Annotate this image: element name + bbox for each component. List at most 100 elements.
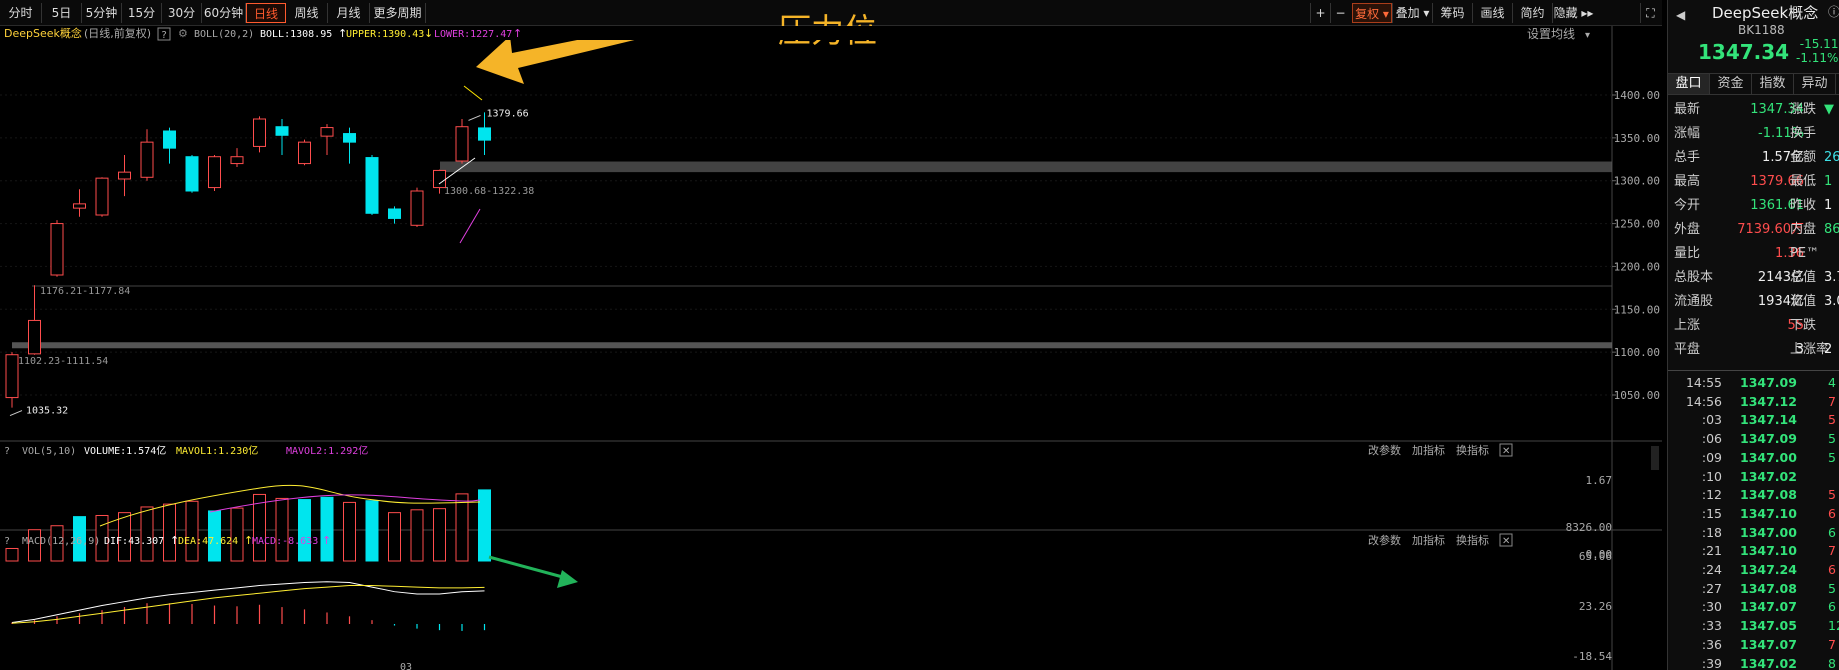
candle[interactable] bbox=[230, 156, 244, 165]
vol-pane-button-0[interactable]: 改参数 bbox=[1368, 443, 1401, 457]
quote-tab-0[interactable]: 盘口 bbox=[1668, 74, 1710, 94]
macd-name: MACD(12,26,9) bbox=[22, 536, 100, 547]
candle[interactable] bbox=[298, 141, 311, 165]
price-axis-label: 1350.00 bbox=[1614, 132, 1660, 145]
quote-tab-3[interactable]: 异动 bbox=[1794, 74, 1836, 94]
quote-tab-1[interactable]: 资金 bbox=[1710, 74, 1752, 94]
candle[interactable] bbox=[433, 169, 446, 189]
kline-chart[interactable]: 1400.00 1350.00 1300.00 1250.00 1200.00 1150.… bbox=[0, 26, 1662, 670]
panel-toggle-handle[interactable] bbox=[1651, 446, 1659, 470]
tick-time: :12 bbox=[1701, 487, 1722, 503]
candle[interactable] bbox=[208, 156, 221, 189]
candle[interactable] bbox=[410, 190, 424, 226]
tick-volume: 7 bbox=[1828, 636, 1836, 652]
tick-row: 14:55 1347.09 4 bbox=[1668, 373, 1839, 392]
candle[interactable] bbox=[118, 171, 131, 180]
tick-price: 1347.08 bbox=[1740, 580, 1797, 596]
period-button-2[interactable]: 5分钟 bbox=[82, 3, 122, 23]
toolbar-button-7[interactable]: 隐藏 ▸▸ bbox=[1552, 3, 1594, 23]
toolbar-button-5[interactable]: 画线 bbox=[1472, 3, 1512, 23]
candle[interactable] bbox=[455, 126, 469, 162]
candle[interactable] bbox=[275, 126, 289, 136]
index-name: DeepSeek概念 bbox=[4, 26, 82, 40]
tick-price: 1347.00 bbox=[1740, 449, 1797, 465]
candle[interactable] bbox=[343, 133, 356, 143]
toolbar-button-label: 隐藏 ▸▸ bbox=[1553, 6, 1594, 20]
quote-label-2: 流值 bbox=[1790, 294, 1817, 309]
period-button-1[interactable]: 5日 bbox=[42, 3, 82, 23]
volume-bar bbox=[455, 493, 469, 562]
candle[interactable] bbox=[73, 203, 86, 209]
macd-pane-button-1[interactable]: 加指标 bbox=[1412, 533, 1445, 547]
toolbar-button-3[interactable]: 叠加 ▾ bbox=[1392, 3, 1432, 23]
zone-label-2: 1176.21-1177.84 bbox=[40, 286, 130, 297]
quote-row: 最高 1379.66 最低 1 bbox=[1674, 170, 1839, 194]
macd-pane-button-2[interactable]: 换指标 bbox=[1456, 533, 1489, 547]
tick-time: :06 bbox=[1701, 431, 1722, 447]
quote-label: 今开 bbox=[1674, 198, 1701, 213]
period-button-7[interactable]: 周线 bbox=[286, 3, 328, 23]
quote-label-2: 总值 bbox=[1790, 270, 1817, 285]
tick-row: :39 1347.02 8 bbox=[1668, 654, 1839, 670]
up-arrow-icon: ↑ bbox=[322, 534, 331, 547]
period-button-0[interactable]: 分时 bbox=[0, 3, 42, 23]
period-button-3[interactable]: 15分钟 bbox=[122, 3, 162, 40]
price-axis-label: 1300.00 bbox=[1614, 175, 1660, 188]
quote-label-2: 昨收 bbox=[1790, 198, 1817, 213]
quote-row: 量比 1.36 PE™ bbox=[1674, 242, 1839, 266]
toolbar-button-0[interactable]: + bbox=[1310, 3, 1330, 23]
candle[interactable] bbox=[388, 208, 401, 219]
quote-label: 涨幅 bbox=[1674, 126, 1701, 141]
help-icon: ? bbox=[4, 536, 10, 547]
candle[interactable] bbox=[253, 118, 266, 147]
candle[interactable] bbox=[140, 141, 154, 178]
chevron-down-icon: ▾ bbox=[1585, 30, 1590, 41]
period-button-9[interactable]: 更多周期 ▾● bbox=[370, 3, 426, 40]
back-arrow-icon[interactable]: ◀ bbox=[1676, 8, 1685, 22]
toolbar-button-2[interactable]: 复权 ▾ bbox=[1352, 3, 1392, 23]
period-button-5[interactable]: 60分钟 bbox=[202, 3, 246, 23]
candle[interactable] bbox=[478, 127, 491, 141]
tick-price: 1347.05 bbox=[1740, 618, 1797, 634]
quote-row: 总手1.57亿金额2680 bbox=[1674, 146, 1839, 170]
candle[interactable] bbox=[320, 127, 334, 137]
volume-bar bbox=[365, 500, 379, 562]
tick-row: :09 1347.00 5 bbox=[1668, 448, 1839, 467]
candle[interactable] bbox=[163, 130, 176, 149]
info-icon[interactable]: ⓘ bbox=[1828, 3, 1839, 20]
candle[interactable] bbox=[28, 319, 41, 355]
quote-row: 上涨 55 下跌 bbox=[1674, 314, 1839, 338]
period-button-8[interactable]: 月线 bbox=[328, 3, 370, 23]
candle[interactable] bbox=[185, 156, 199, 192]
toolbar-button-4[interactable]: 筹码 bbox=[1432, 3, 1472, 23]
quote-row: 最新 1347.34 涨跌 ▼ bbox=[1674, 98, 1839, 122]
tick-row: :36 1347.07 7 bbox=[1668, 635, 1839, 654]
quote-value-2: ▼ bbox=[1824, 102, 1834, 117]
volume-bar bbox=[163, 503, 176, 562]
candle[interactable] bbox=[50, 223, 64, 276]
quote-value-2: 1 bbox=[1824, 198, 1833, 213]
tick-row: :18 1347.00 6 bbox=[1668, 523, 1839, 542]
tick-volume: 5 bbox=[1828, 412, 1836, 428]
tick-volume: 7 bbox=[1828, 543, 1836, 559]
fullscreen-icon[interactable]: ⛶ bbox=[1640, 3, 1660, 23]
vol-pane-button-2[interactable]: 换指标 bbox=[1456, 443, 1489, 457]
macd-dea: DEA:47.624 bbox=[178, 536, 238, 547]
vol-pane-button-1[interactable]: 加指标 bbox=[1412, 443, 1445, 457]
period-button-4[interactable]: 30分钟 bbox=[162, 3, 202, 40]
volume-bar bbox=[298, 499, 311, 562]
candle[interactable] bbox=[95, 177, 109, 216]
tick-row: :10 1347.02 bbox=[1668, 467, 1839, 486]
upper-value: UPPER:1390.43 bbox=[346, 29, 424, 40]
tick-row: :24 1347.24 6 bbox=[1668, 560, 1839, 579]
tick-time: :27 bbox=[1701, 580, 1722, 596]
tick-price: 1347.08 bbox=[1740, 487, 1797, 503]
toolbar-button-6[interactable]: 简约 bbox=[1512, 3, 1552, 23]
macd-pane-button-0[interactable]: 改参数 bbox=[1368, 533, 1401, 547]
toolbar-button-1[interactable]: − bbox=[1330, 3, 1350, 23]
candle[interactable] bbox=[5, 354, 19, 399]
quote-tab-2[interactable]: 指数 bbox=[1752, 74, 1794, 94]
period-button-6[interactable]: 日线 bbox=[246, 3, 286, 23]
candle[interactable] bbox=[365, 157, 379, 214]
close-icon: ✕ bbox=[1502, 536, 1510, 547]
